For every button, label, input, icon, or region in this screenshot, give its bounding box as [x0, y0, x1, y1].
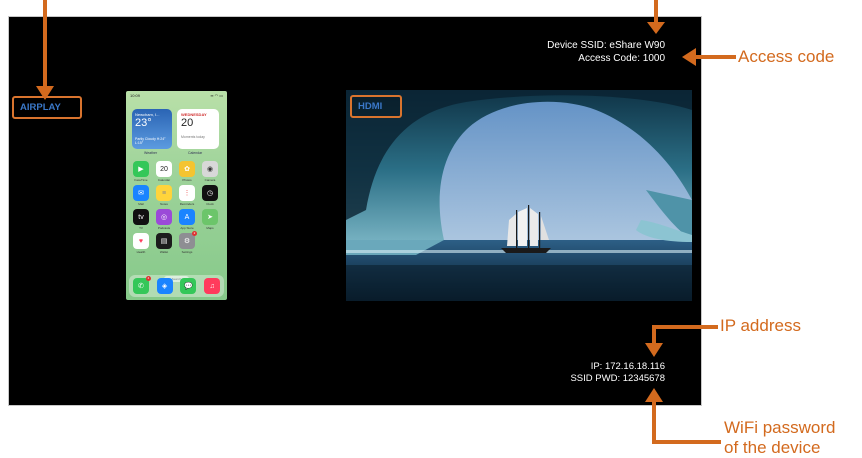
app-label: Camera	[204, 178, 216, 182]
airplay-mirror-phone: 10:09 ▪▪ ◠ ▭ Newcham, I... 23° Partly Cl…	[126, 91, 227, 300]
app-glyph: ✆	[137, 283, 144, 290]
widget-label: Weather	[144, 151, 158, 155]
ice-cave-sailboat-image	[346, 90, 692, 301]
phone-time: 10:09	[130, 93, 141, 98]
weather-widget: Newcham, I... 23° Partly Cloudy H:24° L:…	[132, 109, 172, 149]
app-glyph: ▶	[138, 166, 144, 173]
app-label: TV	[139, 226, 143, 230]
device-info: Device SSID: eShare W90 Access Code: 100…	[547, 39, 665, 65]
calendar-date: 20	[181, 117, 194, 129]
hdmi-tag: HDMI	[350, 95, 402, 118]
app-store-icon[interactable]: A App Store	[179, 209, 195, 230]
app-label: Photos	[182, 178, 192, 182]
app-glyph: ✉	[138, 190, 144, 197]
app-label: FaceTime	[134, 178, 148, 182]
health-icon[interactable]: ♥ Health	[133, 233, 149, 254]
photos-icon[interactable]: ✿ Photos	[179, 161, 195, 182]
app-label: Podcasts	[157, 226, 171, 230]
hdmi-input-image	[346, 90, 692, 301]
signal-icon: ▪▪ ◠ ▭	[210, 93, 223, 98]
ip-address: IP: 172.16.18.116	[590, 361, 665, 372]
settings-icon[interactable]: ⚙ 2 Settings	[179, 231, 197, 254]
weather-condition: Partly Cloudy H:24° L:15°	[135, 137, 166, 145]
phone-status-bar: 10:09 ▪▪ ◠ ▭	[130, 93, 223, 99]
app-label: Notes	[160, 202, 168, 206]
calendar-icon[interactable]: 20 Calendar	[156, 161, 172, 182]
annotation-wifi-line2: of the device	[724, 438, 821, 457]
app-glyph: 💬	[184, 283, 193, 290]
device-ssid: Device SSID: eShare W90	[547, 40, 665, 51]
network-info: IP: 172.16.18.116 SSID PWD: 12345678	[570, 361, 665, 385]
app-glyph: ◎	[160, 214, 168, 221]
annotation-ip-address: IP address	[720, 316, 801, 335]
tv-icon[interactable]: tv TV	[133, 209, 149, 230]
video-icon[interactable]: ▶ FaceTime	[133, 161, 149, 182]
app-glyph: ≡	[161, 189, 167, 197]
ssid-password: SSID PWD: 12345678	[570, 373, 665, 384]
notes-icon[interactable]: ≡ Notes	[156, 185, 172, 206]
app-label: Settings	[181, 250, 193, 254]
app-glyph: ♥	[138, 237, 144, 245]
wifi-arrow	[652, 400, 721, 444]
app-glyph: ⋮	[183, 190, 191, 197]
app-label: Calendar	[157, 178, 171, 182]
app-label: Clock	[206, 202, 214, 206]
app-glyph: ➤	[207, 214, 213, 221]
app-glyph: tv	[138, 213, 144, 221]
clock-icon[interactable]: ◷ Clock	[202, 185, 218, 206]
app-glyph: ♫	[209, 282, 215, 290]
app-glyph: ⚙	[183, 238, 191, 245]
maps-icon[interactable]: ➤ Maps	[202, 209, 218, 230]
app-grid: ▶ FaceTime 20 Calendar ✿ Photos ◉ Camera ✉ Mail ≡ N…	[133, 161, 221, 254]
notification-badge: 4	[145, 276, 151, 281]
wallet-icon[interactable]: ▤ Wallet	[156, 233, 172, 254]
app-glyph: ◷	[206, 190, 214, 197]
messages-icon[interactable]: 💬	[180, 278, 197, 294]
notification-badge: 2	[192, 231, 197, 236]
app-label: Mail	[138, 202, 144, 206]
widget-label: Calendar	[188, 151, 203, 155]
app-label: Maps	[206, 226, 214, 230]
airplay-tag: AIRPLAY	[12, 96, 82, 119]
widget-labels: Weather Calendar	[126, 151, 227, 156]
camera-icon[interactable]: ◉ Camera	[202, 161, 218, 182]
reminders-icon[interactable]: ⋮ Reminders	[179, 185, 195, 206]
music-icon[interactable]: ♫	[204, 278, 221, 294]
annotation-access-code: Access code	[738, 47, 835, 66]
podcasts-icon[interactable]: ◎ Podcasts	[156, 209, 172, 230]
mail-icon[interactable]: ✉ Mail	[133, 185, 149, 206]
app-label: App Store	[180, 226, 194, 230]
app-label: Health	[136, 250, 146, 254]
app-glyph: ✿	[184, 166, 190, 173]
app-label: Wallet	[159, 250, 169, 254]
calendar-event: Moments today	[181, 135, 205, 139]
weather-temp: 23°	[135, 117, 152, 129]
access-code: Access Code: 1000	[578, 53, 665, 64]
phone-dock: ✆ 4 ◈ 💬 ♫	[129, 275, 224, 297]
app-glyph: ◈	[161, 283, 168, 290]
safari-icon[interactable]: ◈	[156, 278, 173, 294]
app-glyph: 20	[160, 165, 168, 173]
app-glyph: A	[184, 213, 190, 221]
app-label: Reminders	[179, 202, 195, 206]
calendar-widget: WEDNESDAY 20 Moments today	[177, 109, 219, 149]
app-glyph: ◉	[206, 166, 214, 173]
annotation-wifi-password: WiFi password of the device	[724, 418, 835, 458]
phone-icon[interactable]: ✆ 4	[132, 276, 151, 294]
app-glyph: ▤	[160, 238, 168, 245]
annotation-wifi-line1: WiFi password	[724, 418, 836, 437]
